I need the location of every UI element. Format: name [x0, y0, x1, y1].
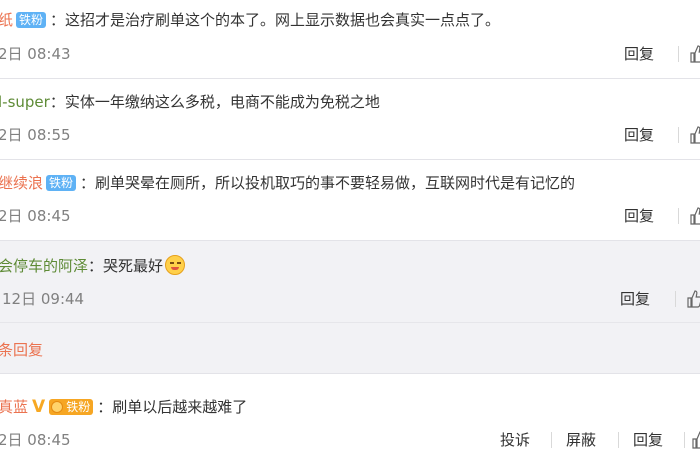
divider	[0, 373, 700, 374]
report-button[interactable]: 投诉	[500, 430, 530, 450]
separator: ：	[88, 257, 104, 275]
action-separator	[684, 432, 685, 448]
like-icon[interactable]	[690, 45, 700, 63]
comment-time: 2日 08:45	[0, 207, 71, 225]
badge-avatar-icon	[51, 401, 64, 413]
action-separator	[678, 46, 679, 62]
comment-2: l-super：实体一年缴纳这么多税，电商不能成为免税之地	[0, 92, 698, 112]
fan-badge[interactable]: 铁粉	[16, 12, 47, 28]
vip-v-icon[interactable]: V	[32, 397, 45, 417]
like-icon[interactable]	[690, 126, 700, 144]
reply-text: 哭死最好	[103, 257, 164, 275]
reply-button[interactable]: 回复	[624, 206, 654, 226]
gold-fan-badge[interactable]: 铁粉	[49, 399, 94, 415]
reply-button[interactable]: 回复	[624, 44, 654, 64]
divider	[0, 240, 700, 241]
comment-text: 刷单哭晕在厕所，所以投机取巧的事不要轻易做，互联网时代是有记忆的	[95, 174, 576, 192]
like-icon[interactable]	[687, 290, 700, 308]
action-separator	[551, 432, 552, 448]
action-separator	[678, 127, 679, 143]
divider	[0, 159, 700, 160]
comment-text: 实体一年缴纳这么多税，电商不能成为免税之地	[64, 93, 380, 111]
fan-badge[interactable]: 铁粉	[46, 175, 77, 191]
divider	[0, 78, 700, 79]
reply-button[interactable]: 回复	[633, 430, 663, 450]
badge-label: 铁粉	[66, 400, 91, 414]
comment-1: 纸铁粉 ：这招才是治疗刷单这个的本了。网上显示数据也会真实一点点了。	[0, 10, 698, 30]
comment-time: 2日 08:55	[0, 126, 71, 144]
reply-button[interactable]: 回复	[620, 289, 650, 309]
comment-4: 真蓝 V 铁粉 ：刷单以后越来越难了	[0, 397, 698, 417]
separator: ：	[80, 174, 96, 192]
comment-username[interactable]: 纸	[0, 11, 13, 29]
reply-time: 12日 09:44	[2, 290, 85, 308]
action-separator	[678, 208, 679, 224]
reply-button[interactable]: 回复	[624, 125, 654, 145]
action-separator	[618, 432, 619, 448]
like-icon[interactable]	[690, 207, 700, 225]
comment-username[interactable]: 继续浪	[0, 174, 43, 192]
separator: ：	[49, 93, 65, 111]
comment-3: 继续浪 铁粉 ：刷单哭晕在厕所，所以投机取巧的事不要轻易做，互联网时代是有记忆的	[0, 173, 698, 193]
more-replies-link[interactable]: 条回复	[0, 340, 43, 360]
block-button[interactable]: 屏蔽	[566, 430, 596, 450]
reply-username[interactable]: 会停车的阿泽	[0, 257, 88, 275]
separator: ：	[50, 11, 66, 29]
comment-text: 这招才是治疗刷单这个的本了。网上显示数据也会真实一点点了。	[65, 11, 501, 29]
action-separator	[675, 291, 676, 307]
comment-username[interactable]: l-super	[0, 93, 50, 111]
divider	[0, 322, 700, 323]
like-icon[interactable]	[692, 431, 700, 449]
reply-comment: 会停车的阿泽：哭死最好	[0, 255, 698, 275]
comment-text: 刷单以后越来越难了	[112, 398, 248, 416]
comment-time: 2日 08:43	[0, 45, 71, 63]
comment-username[interactable]: 真蓝	[0, 398, 28, 416]
smile-face-emoji-icon	[165, 255, 186, 275]
separator: ：	[97, 398, 113, 416]
